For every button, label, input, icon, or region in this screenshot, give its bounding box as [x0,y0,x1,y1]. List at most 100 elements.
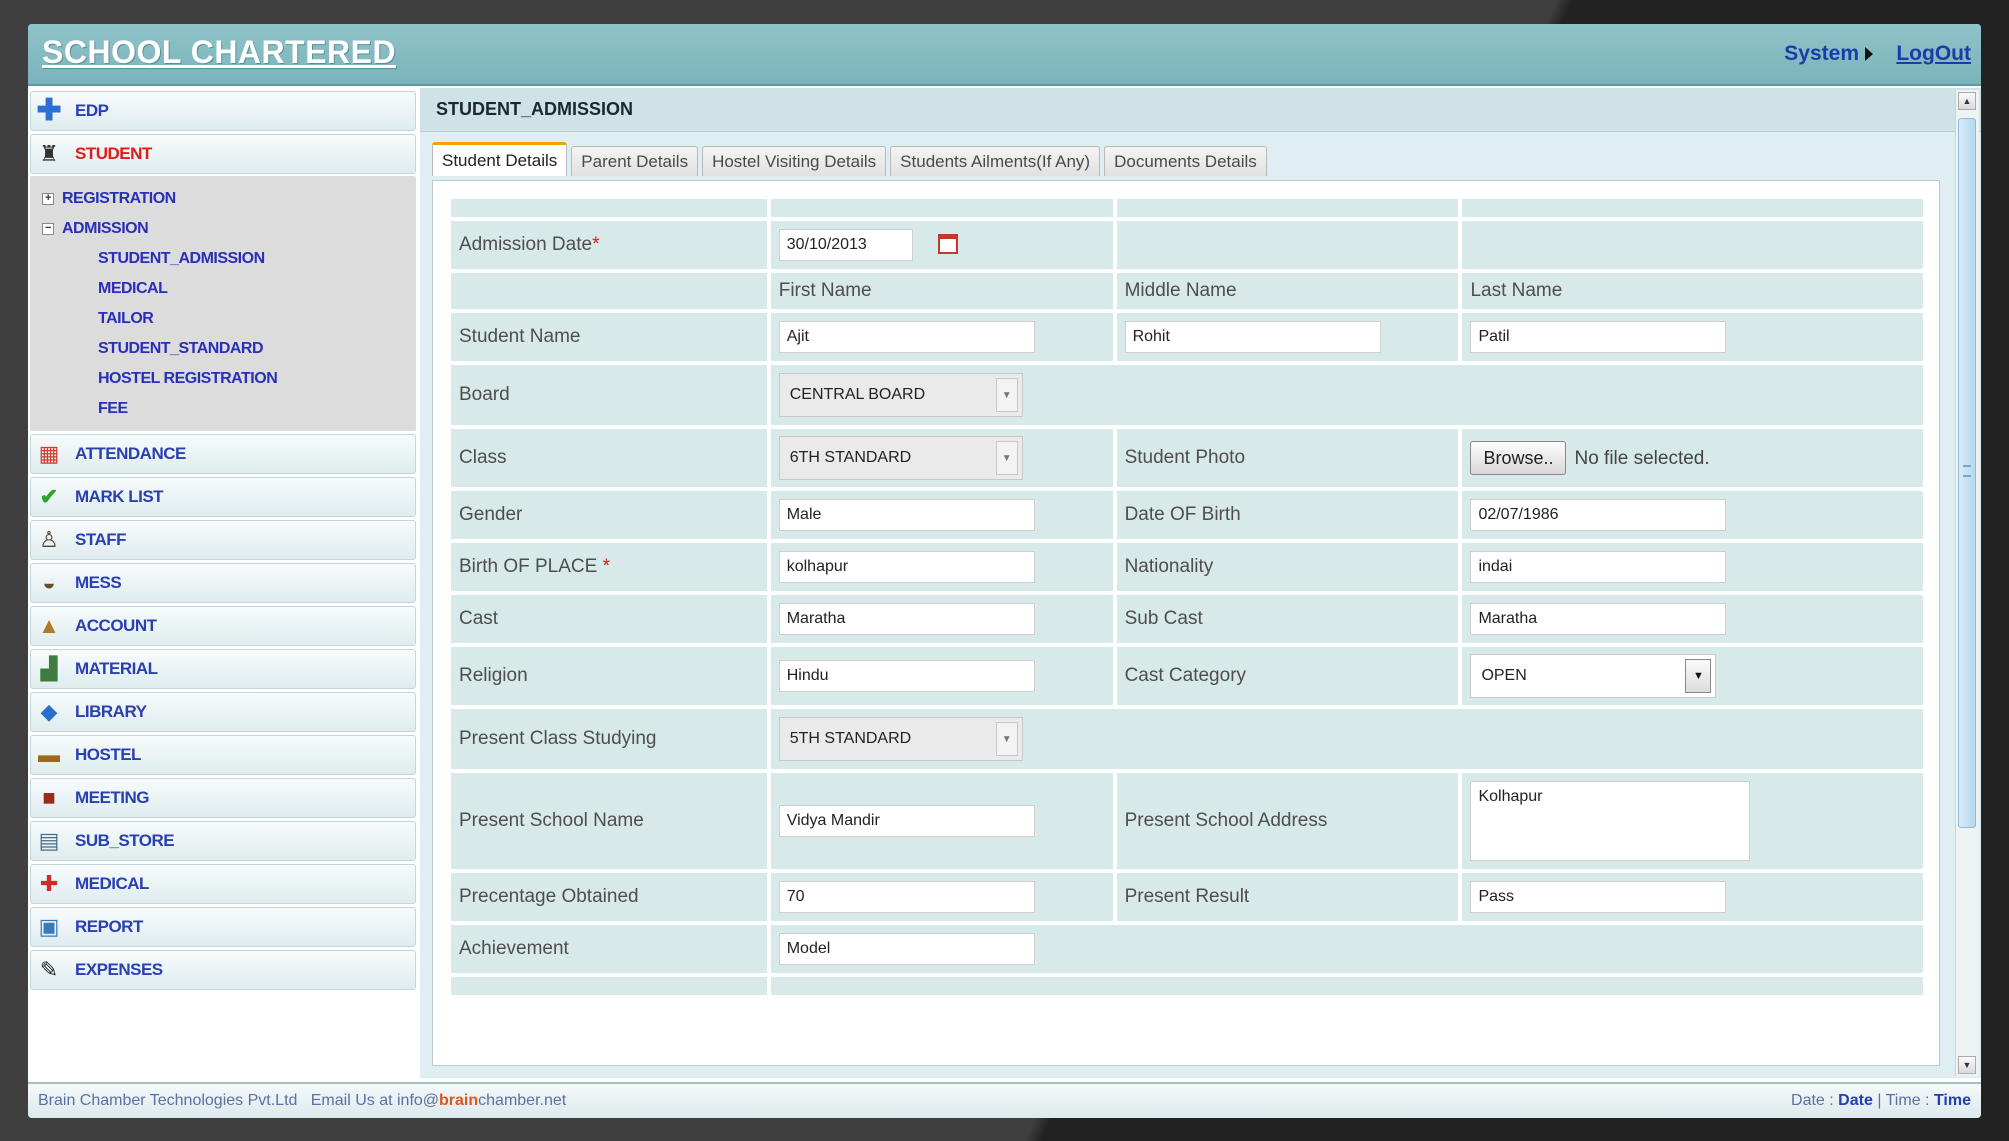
sidebar-item-account[interactable]: ▲ ACCOUNT [30,606,416,646]
class-select[interactable]: 6TH STANDARD ▼ [778,436,1023,480]
percentage-cell [770,873,1113,921]
required-mark: * [592,234,600,255]
arrow-right-icon [1865,47,1873,61]
sidebar-item-material[interactable]: ▟ MATERIAL [30,649,416,689]
chevron-down-icon[interactable]: ▼ [995,722,1018,756]
sidebar-item-label: REPORT [75,917,143,936]
gender-input[interactable] [778,499,1035,531]
gender-label: Gender [451,491,767,539]
chevron-down-icon[interactable]: ▼ [1685,659,1712,693]
scroll-up-icon[interactable]: ▲ [1958,92,1976,110]
chevron-down-icon[interactable]: ▼ [995,378,1018,412]
sidebar-item-label: MATERIAL [75,659,158,678]
required-mark: * [602,556,611,577]
sidebar-item-label: EXPENSES [75,960,163,979]
sidebar-item-label: MEDICAL [75,874,149,893]
tab-student-details[interactable]: Student Details [432,142,568,176]
sidebar-item-label: MARK LIST [75,487,164,506]
result-input[interactable] [1470,881,1727,913]
sidebar-item-label: SUB_STORE [75,831,175,850]
email-link[interactable]: Email Us at info@brainchamber.net [311,1092,566,1109]
admission-date-input[interactable] [778,229,913,261]
system-menu[interactable]: System [1784,42,1873,66]
nationality-input[interactable] [1470,551,1727,583]
top-header: SCHOOL CHARTERED System LogOut [28,24,1981,86]
spacer-cell [1116,199,1459,217]
last-name-input[interactable] [1470,321,1727,353]
empty-cell [451,273,767,309]
mess-icon: ◒ [42,570,56,595]
tab-hostel-visiting-details[interactable]: Hostel Visiting Details [702,146,887,176]
tree-item-medical[interactable]: MEDICAL [30,274,416,304]
sidebar-item-mark-list[interactable]: ✔ MARK LIST [30,477,416,517]
birth-place-input[interactable] [778,551,1035,583]
tree-item-student-admission[interactable]: STUDENT_ADMISSION [30,244,416,274]
expenses-icon: ✎ [39,957,59,982]
sidebar-item-sub-store[interactable]: ▤ SUB_STORE [30,821,416,861]
board-select[interactable]: CENTRAL BOARD ▼ [778,373,1023,417]
spacer-cell [770,199,1113,217]
student-details-panel: Admission Date* First Name Middle Name L… [432,180,1940,1066]
browse-button[interactable]: Browse.. [1470,441,1567,475]
cast-category-select[interactable]: OPEN ▼ [1470,654,1717,698]
religion-input[interactable] [778,660,1035,692]
sidebar-item-staff[interactable]: ♙ STAFF [30,520,416,560]
expand-icon[interactable]: + [42,193,54,205]
school-address-textarea[interactable]: Kolhapur [1470,781,1751,861]
date-label: Date : [1791,1092,1834,1109]
vertical-scrollbar[interactable]: ▲ ▼ [1955,90,1979,1076]
chevron-down-icon[interactable]: ▼ [995,441,1018,475]
dob-cell [1462,491,1923,539]
board-value: CENTRAL BOARD [789,386,926,403]
sidebar-item-student[interactable]: ♜ STUDENT [30,134,416,174]
logout-link[interactable]: LogOut [1896,42,1971,66]
tree-item-registration[interactable]: + REGISTRATION [30,184,416,214]
first-name-header: First Name [770,273,1113,309]
tab-students-ailments[interactable]: Students Ailments(If Any) [890,146,1101,176]
material-icon: ▟ [40,656,58,681]
class-label: Class [451,429,767,487]
grip-icon [1963,465,1971,477]
sidebar-item-meeting[interactable]: ■ MEETING [30,778,416,818]
plus-icon: ✚ [36,94,62,127]
tab-parent-details[interactable]: Parent Details [571,146,699,176]
sidebar-item-library[interactable]: ◆ LIBRARY [30,692,416,732]
sidebar-item-report[interactable]: ▣ REPORT [30,907,416,947]
sidebar-item-label: MESS [75,573,122,592]
main-content: STUDENT_ADMISSION Student Details Parent… [420,88,1981,1078]
sidebar-item-medical[interactable]: ✚ MEDICAL [30,864,416,904]
cast-input[interactable] [778,603,1035,635]
sidebar-item-label: STAFF [75,530,127,549]
tab-documents-details[interactable]: Documents Details [1104,146,1267,176]
no-file-text: No file selected. [1574,447,1710,469]
dob-input[interactable] [1470,499,1727,531]
school-name-input[interactable] [778,805,1035,837]
achievement-input[interactable] [778,933,1035,965]
school-name-cell [770,773,1113,869]
percentage-input[interactable] [778,881,1035,913]
student-photo-cell: Browse.. No file selected. [1462,429,1923,487]
tree-item-hostel-registration[interactable]: HOSTEL REGISTRATION [30,364,416,394]
tree-item-tailor[interactable]: TAILOR [30,304,416,334]
first-name-input[interactable] [778,321,1035,353]
present-class-select[interactable]: 5TH STANDARD ▼ [778,717,1023,761]
sub-cast-input[interactable] [1470,603,1727,635]
sidebar-item-edp[interactable]: ✚ EDP [30,91,416,131]
scroll-down-icon[interactable]: ▼ [1958,1056,1976,1074]
sidebar-item-expenses[interactable]: ✎ EXPENSES [30,950,416,990]
calendar-icon[interactable] [938,233,958,254]
spacer-cell [451,977,767,995]
app-brand[interactable]: SCHOOL CHARTERED [42,34,396,71]
tree-item-admission[interactable]: − ADMISSION [30,214,416,244]
class-cell: 6TH STANDARD ▼ [770,429,1113,487]
tree-item-fee[interactable]: FEE [30,394,416,424]
percentage-label: Precentage Obtained [451,873,767,921]
scroll-thumb[interactable] [1958,118,1976,828]
collapse-icon[interactable]: − [42,223,54,235]
sidebar-item-hostel[interactable]: ▬ HOSTEL [30,735,416,775]
tree-item-student-standard[interactable]: STUDENT_STANDARD [30,334,416,364]
school-address-cell: Kolhapur [1462,773,1923,869]
middle-name-input[interactable] [1124,321,1381,353]
sidebar-item-mess[interactable]: ◒ MESS [30,563,416,603]
sidebar-item-attendance[interactable]: ▦ ATTENDANCE [30,434,416,474]
